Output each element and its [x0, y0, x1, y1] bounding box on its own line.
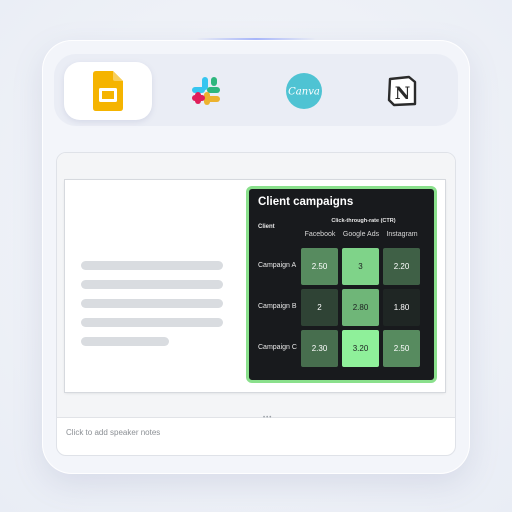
google-slides-icon	[93, 71, 123, 111]
resize-handle-icon[interactable]: •••	[263, 415, 272, 421]
text-placeholder-line	[81, 261, 223, 270]
canva-wordmark: Canva	[288, 87, 320, 98]
app-tile-slack[interactable]	[162, 62, 250, 120]
heatmap-cell: 2.30	[301, 330, 338, 367]
text-placeholder-line	[81, 280, 223, 289]
notion-icon: N	[385, 74, 419, 108]
heatmap-cell: 1.80	[383, 289, 420, 326]
slides-editor: Client campaigns Click-through-rate (CTR…	[56, 152, 456, 456]
text-placeholder-line	[81, 299, 223, 308]
chart-subtitle: Click-through-rate (CTR)	[331, 218, 396, 224]
text-placeholder-line	[81, 318, 223, 327]
heatmap-cell: 2.50	[383, 330, 420, 367]
chart-title: Client campaigns	[258, 196, 354, 208]
canva-icon: Canva	[285, 72, 323, 110]
notes-divider[interactable]	[57, 417, 455, 418]
heatmap-cell: 2.50	[301, 248, 338, 285]
column-label: Google Ads	[342, 231, 380, 238]
app-tile-canva[interactable]: Canva	[260, 62, 348, 120]
slide-canvas: Client campaigns Click-through-rate (CTR…	[57, 153, 455, 417]
heatmap-cell: 2	[301, 289, 338, 326]
heatmap-cell: 2.80	[342, 289, 379, 326]
column-label: Instagram	[386, 231, 418, 238]
heatmap-chart[interactable]: Client campaigns Click-through-rate (CTR…	[246, 186, 437, 383]
app-tile-notion[interactable]: N	[358, 62, 446, 120]
heatmap-cell: 2.20	[383, 248, 420, 285]
speaker-notes[interactable]: Click to add speaker notes	[66, 428, 160, 437]
heatmap-cell: 3	[342, 248, 379, 285]
row-header-label: Client	[258, 224, 275, 230]
heatmap-cell: 3.20	[342, 330, 379, 367]
notion-letter: N	[395, 84, 411, 104]
text-placeholder-line	[81, 337, 169, 346]
slide[interactable]: Client campaigns Click-through-rate (CTR…	[65, 180, 445, 392]
app-tile-google-slides[interactable]	[64, 62, 152, 120]
slack-icon	[190, 75, 222, 107]
column-label: Facebook	[304, 231, 336, 238]
